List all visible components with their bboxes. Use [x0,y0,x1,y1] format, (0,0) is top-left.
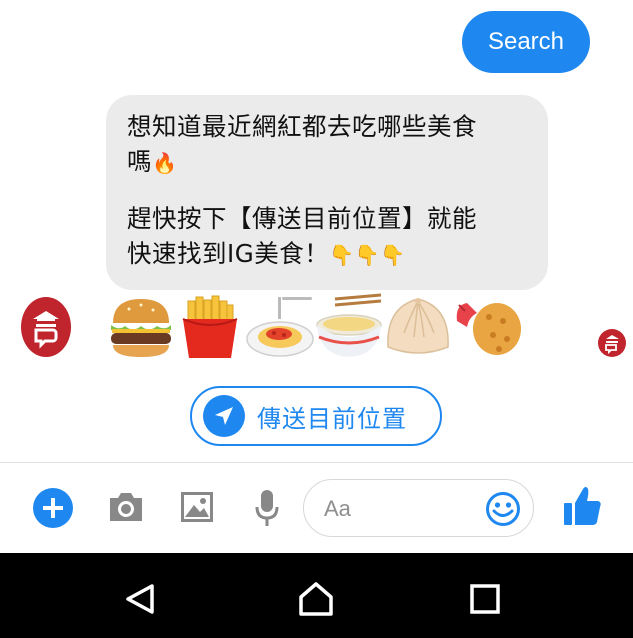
plus-icon[interactable] [33,488,73,528]
thumbs-up-icon[interactable] [562,485,602,527]
sender-avatar[interactable] [21,297,71,357]
message-line: 趕快按下【傳送目前位置】就能 [127,204,477,233]
noodle-bowl-icon [316,293,382,357]
message-line: 快速找到IG美食！👇👇👇 [127,239,406,268]
read-receipt-avatar [598,329,626,357]
shrimp-icon [456,303,521,355]
send-location-button[interactable]: 傳送目前位置 [190,386,442,446]
sent-message-text: Search [487,28,565,55]
home-icon[interactable] [298,581,334,617]
microphone-icon[interactable] [255,489,279,527]
back-icon[interactable] [124,583,156,615]
image-icon[interactable] [179,490,215,524]
message-line: 想知道最近網紅都去吃哪些美食 [127,112,477,141]
chat-area: Search 想知道最近網紅都去吃哪些美食 嗎🔥 趕快按下【傳送目前位置】就能 … [0,0,633,462]
message-input-box[interactable] [303,479,534,537]
recent-apps-icon[interactable] [470,584,500,614]
camera-icon[interactable] [107,490,145,524]
smile-icon[interactable] [485,491,521,527]
pointing-down-icon: 👇👇👇 [329,243,406,267]
burger-icon [111,299,171,357]
received-message-bubble[interactable]: 想知道最近網紅都去吃哪些美食 嗎🔥 趕快按下【傳送目前位置】就能 快速找到IG美… [106,95,548,290]
spaghetti-icon [246,297,314,357]
fire-icon: 🔥 [152,151,178,175]
fries-icon [182,295,238,358]
sent-message-bubble[interactable]: Search [462,11,590,73]
message-line: 嗎🔥 [127,147,178,176]
message-input[interactable] [322,492,476,526]
dumpling-icon [387,298,449,354]
location-arrow-icon [203,395,245,437]
send-location-label: 傳送目前位置 [257,404,407,433]
